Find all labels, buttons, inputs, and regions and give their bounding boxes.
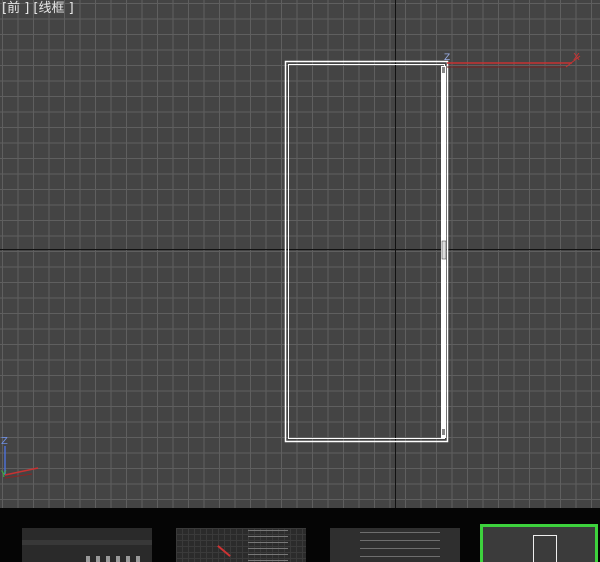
object-hinge-bottom bbox=[442, 429, 445, 435]
scene-overlay: X Z Z Y bbox=[0, 52, 581, 480]
world-axis-horizontal bbox=[0, 249, 600, 250]
world-axis-vertical bbox=[395, 0, 396, 508]
app-window-thumbnail-2[interactable] bbox=[176, 528, 306, 562]
object-outer-frame bbox=[284, 60, 449, 443]
app-window-thumbnail-3[interactable] bbox=[330, 528, 460, 562]
thumbnail-toolbar bbox=[22, 540, 152, 545]
front-viewport[interactable]: [前 ] [线框 ] X Z Z Y bbox=[0, 0, 600, 508]
tripod-y-label: Y bbox=[0, 470, 7, 480]
thumbnail-object-preview bbox=[533, 535, 557, 562]
axis-tripod: Z Y bbox=[0, 436, 39, 480]
viewport-label: [前 ] [线框 ] bbox=[2, 1, 74, 17]
object-hinge-top bbox=[442, 67, 445, 73]
tripod-x-axis bbox=[4, 467, 39, 476]
thumbnail-red-mark bbox=[217, 545, 231, 557]
gizmo-z-label: Z bbox=[444, 53, 450, 63]
tripod-z-label: Z bbox=[1, 436, 8, 447]
door-object[interactable] bbox=[284, 60, 449, 443]
thumbnail-menu-lines bbox=[248, 530, 288, 562]
shading-mode-menu[interactable]: [线框 ] bbox=[33, 1, 73, 16]
thumbnail-icons bbox=[86, 556, 146, 562]
object-inner-frame bbox=[288, 64, 445, 439]
object-side-panel bbox=[441, 66, 446, 438]
taskbar bbox=[0, 508, 600, 562]
app-window-thumbnail-1[interactable] bbox=[22, 528, 152, 562]
transform-gizmo[interactable]: X Z bbox=[444, 52, 581, 68]
thumbnail-panel-lines bbox=[360, 532, 440, 560]
gizmo-x-diag bbox=[565, 55, 581, 68]
gizmo-x-label: X bbox=[573, 52, 580, 63]
object-handle bbox=[441, 240, 447, 260]
app-window-thumbnail-4-active[interactable] bbox=[480, 524, 598, 562]
view-name-menu[interactable]: [前 ] bbox=[2, 1, 29, 16]
tripod-x-axis-2 bbox=[4, 473, 33, 479]
